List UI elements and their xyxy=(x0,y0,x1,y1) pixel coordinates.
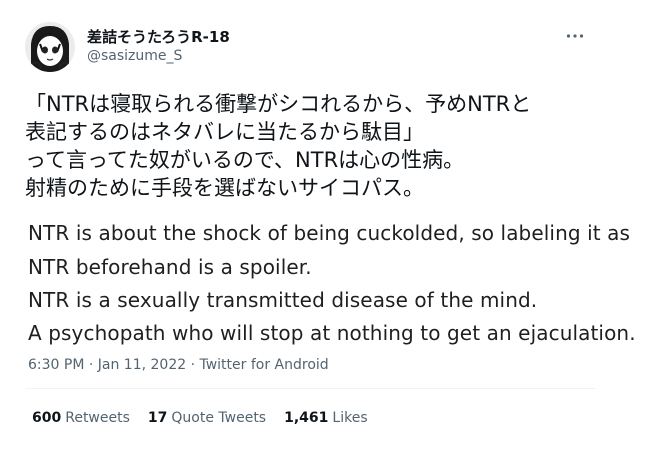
tweet-header: 差詰そうたろうR-18 @sasizume_S xyxy=(25,22,595,72)
more-horizontal-icon[interactable] xyxy=(563,26,587,46)
tweet-text-line: 「NTRは寝取られる衝撃がシコれるから、予めNTRと xyxy=(25,92,532,116)
quote-tweets-count: 17 xyxy=(147,410,168,426)
avatar-illustration xyxy=(25,22,75,72)
quote-tweets-label: Quote Tweets xyxy=(171,410,267,426)
tweet-timestamp[interactable]: 6:30 PM · Jan 11, 2022 · Twitter for And… xyxy=(28,357,329,373)
likes-count: 1,461 xyxy=(284,410,329,426)
avatar[interactable] xyxy=(25,22,75,72)
engagement-stats: 600 Retweets 17 Quote Tweets 1,461 Likes xyxy=(32,410,368,426)
tweet-text-line: 射精のために手段を選ばないサイコパス。 xyxy=(25,176,424,200)
more-dots-graphic xyxy=(566,34,584,38)
tweet-text-line: って言ってた奴がいるので、NTRは心の性病。 xyxy=(25,148,465,172)
display-name[interactable]: 差詰そうたろうR-18 xyxy=(87,26,230,47)
translation-line: NTR is about the shock of being cuckolde… xyxy=(28,221,631,245)
retweets-stat[interactable]: 600 Retweets xyxy=(32,410,130,426)
translation-line: A psychopath who will stop at nothing to… xyxy=(28,321,636,345)
user-handle[interactable]: @sasizume_S xyxy=(87,48,182,64)
translation-line: NTR is a sexually transmitted disease of… xyxy=(28,288,538,312)
translation-block: NTR is about the shock of being cuckolde… xyxy=(0,208,651,354)
likes-label: Likes xyxy=(332,410,368,426)
divider xyxy=(25,388,595,389)
translation-line: NTR beforehand is a spoiler. xyxy=(28,255,312,279)
retweets-label: Retweets xyxy=(65,410,130,426)
retweets-count: 600 xyxy=(32,410,62,426)
likes-stat[interactable]: 1,461 Likes xyxy=(284,410,368,426)
tweet-text-line: 表記するのはネタバレに当たるから駄目」 xyxy=(25,120,424,144)
quote-tweets-stat[interactable]: 17 Quote Tweets xyxy=(148,410,266,426)
tweet-text: 「NTRは寝取られる衝撃がシコれるから、予めNTRと 表記するのはネタバレに当た… xyxy=(25,90,610,202)
